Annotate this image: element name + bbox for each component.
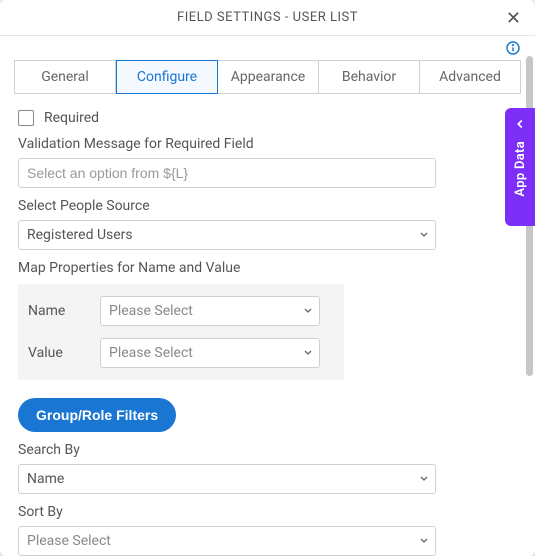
dialog-header: FIELD SETTINGS - USER LIST ✕ [0,0,535,36]
search-by-label: Search By [18,442,517,458]
people-source-value: Registered Users [27,227,133,243]
close-button[interactable]: ✕ [502,5,525,31]
map-properties-box: Name Please Select Value Please Select [18,284,344,380]
chevron-down-icon [302,302,314,321]
people-source-select-wrap: Registered Users [18,220,436,250]
map-name-label: Name [28,303,88,319]
people-source-label: Select People Source [18,198,517,214]
search-by-value: Name [27,471,64,487]
info-row [0,36,535,60]
people-source-select[interactable]: Registered Users [18,220,436,250]
required-checkbox[interactable] [18,110,34,126]
info-icon[interactable] [505,40,521,60]
chevron-left-icon [513,116,527,135]
required-label: Required [44,110,99,126]
map-properties-label: Map Properties for Name and Value [18,260,517,276]
map-name-value: Please Select [109,303,193,319]
tab-advanced[interactable]: Advanced [420,60,521,94]
map-value-value: Please Select [109,345,193,361]
tab-appearance[interactable]: Appearance [218,60,319,94]
sort-by-select[interactable]: Please Select [18,526,436,556]
dialog-body: Required Validation Message for Required… [0,94,535,556]
tab-behavior[interactable]: Behavior [319,60,420,94]
tab-configure[interactable]: Configure [116,60,218,94]
validation-message-label: Validation Message for Required Field [18,136,517,152]
sort-by-label: Sort By [18,504,517,520]
required-row: Required [18,110,517,126]
map-value-label: Value [28,345,88,361]
group-role-filters-button[interactable]: Group/Role Filters [18,398,176,432]
tabs: General Configure Appearance Behavior Ad… [0,60,535,94]
field-settings-dialog: FIELD SETTINGS - USER LIST ✕ General Con… [0,0,535,556]
tab-general[interactable]: General [14,60,116,94]
app-data-label: App Data [513,141,528,197]
map-value-row: Value Please Select [28,338,334,368]
sort-by-value: Please Select [27,533,111,549]
sort-by-select-wrap: Please Select [18,526,436,556]
validation-message-input[interactable] [18,158,436,188]
map-name-select[interactable]: Please Select [100,296,320,326]
map-name-row: Name Please Select [28,296,334,326]
chevron-down-icon [302,344,314,363]
search-by-select-wrap: Name [18,464,436,494]
close-icon: ✕ [506,8,521,28]
search-by-select[interactable]: Name [18,464,436,494]
dialog-title: FIELD SETTINGS - USER LIST [177,10,358,25]
map-value-select[interactable]: Please Select [100,338,320,368]
app-data-side-tab[interactable]: App Data [505,108,535,226]
